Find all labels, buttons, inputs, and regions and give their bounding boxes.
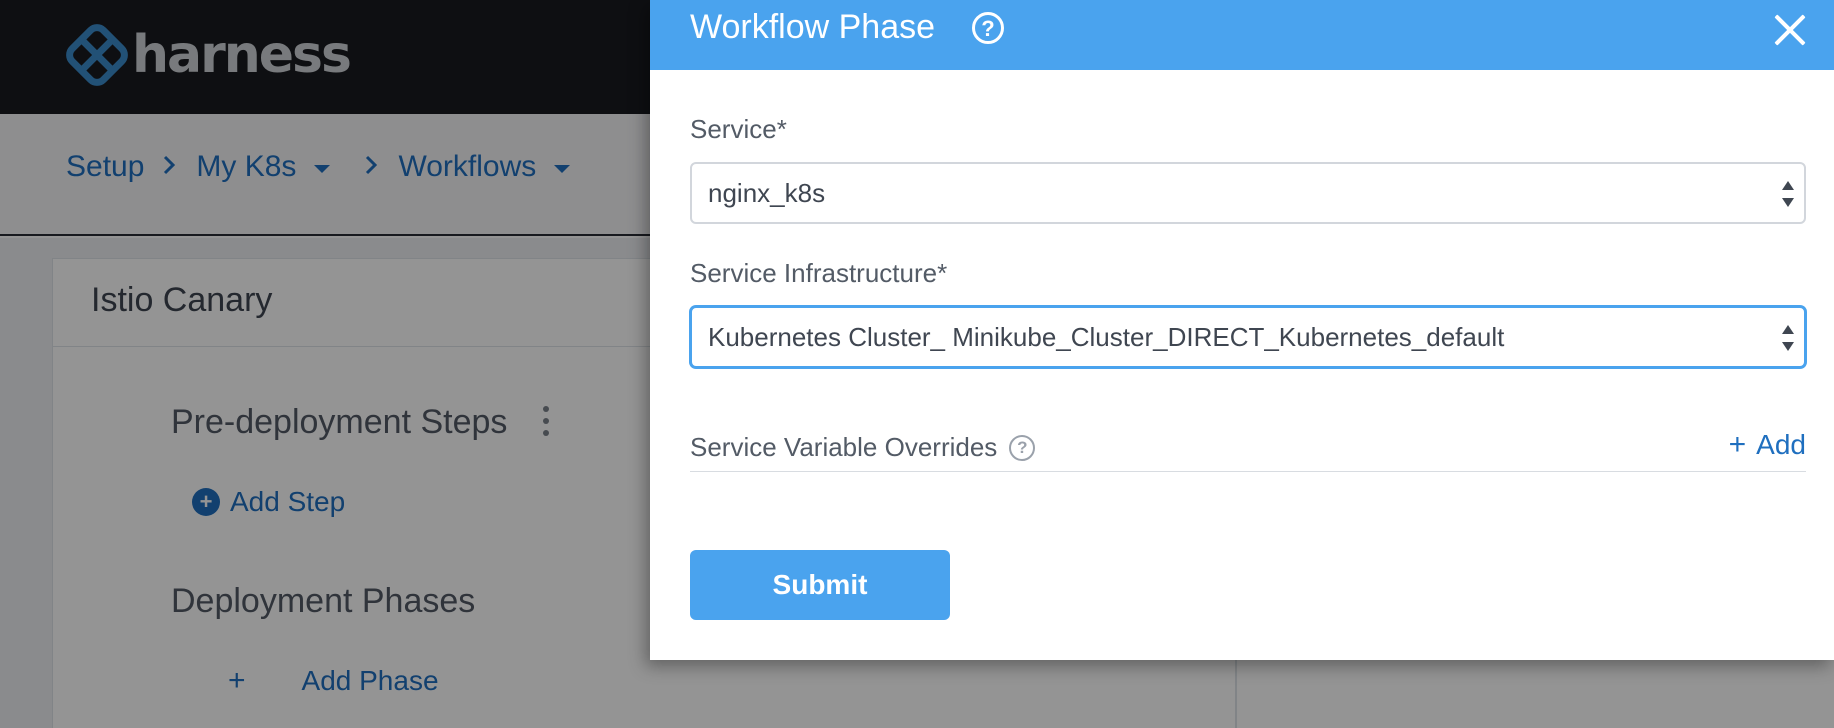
close-icon[interactable]	[1770, 10, 1810, 50]
select-arrows-icon	[1782, 325, 1794, 351]
service-infrastructure-value: Kubernetes Cluster_ Minikube_Cluster_DIR…	[708, 321, 1505, 352]
service-label: Service*	[690, 114, 787, 144]
service-variable-overrides-row: Service Variable Overrides ? + Add	[690, 428, 1806, 472]
add-override-button[interactable]: + Add	[1729, 428, 1806, 462]
question-circle-icon[interactable]: ?	[1009, 434, 1036, 461]
workflow-phase-modal: Workflow Phase ? Service* nginx_k8s Serv…	[650, 0, 1834, 660]
service-infrastructure-select[interactable]: Kubernetes Cluster_ Minikube_Cluster_DIR…	[690, 306, 1806, 368]
submit-button[interactable]: Submit	[690, 550, 950, 620]
modal-title: Workflow Phase	[690, 8, 936, 46]
service-variable-overrides-label: Service Variable Overrides	[690, 432, 998, 462]
service-infrastructure-label: Service Infrastructure*	[690, 258, 948, 288]
question-circle-icon[interactable]: ?	[972, 12, 1004, 44]
select-arrows-icon	[1782, 181, 1794, 207]
modal-header: Workflow Phase ?	[650, 0, 1834, 70]
service-variable-overrides: Service Variable Overrides ?	[690, 432, 1036, 463]
service-select-value: nginx_k8s	[708, 177, 826, 208]
plus-icon: +	[1728, 428, 1747, 461]
service-select[interactable]: nginx_k8s	[690, 162, 1806, 224]
add-override-label: Add	[1756, 429, 1806, 460]
